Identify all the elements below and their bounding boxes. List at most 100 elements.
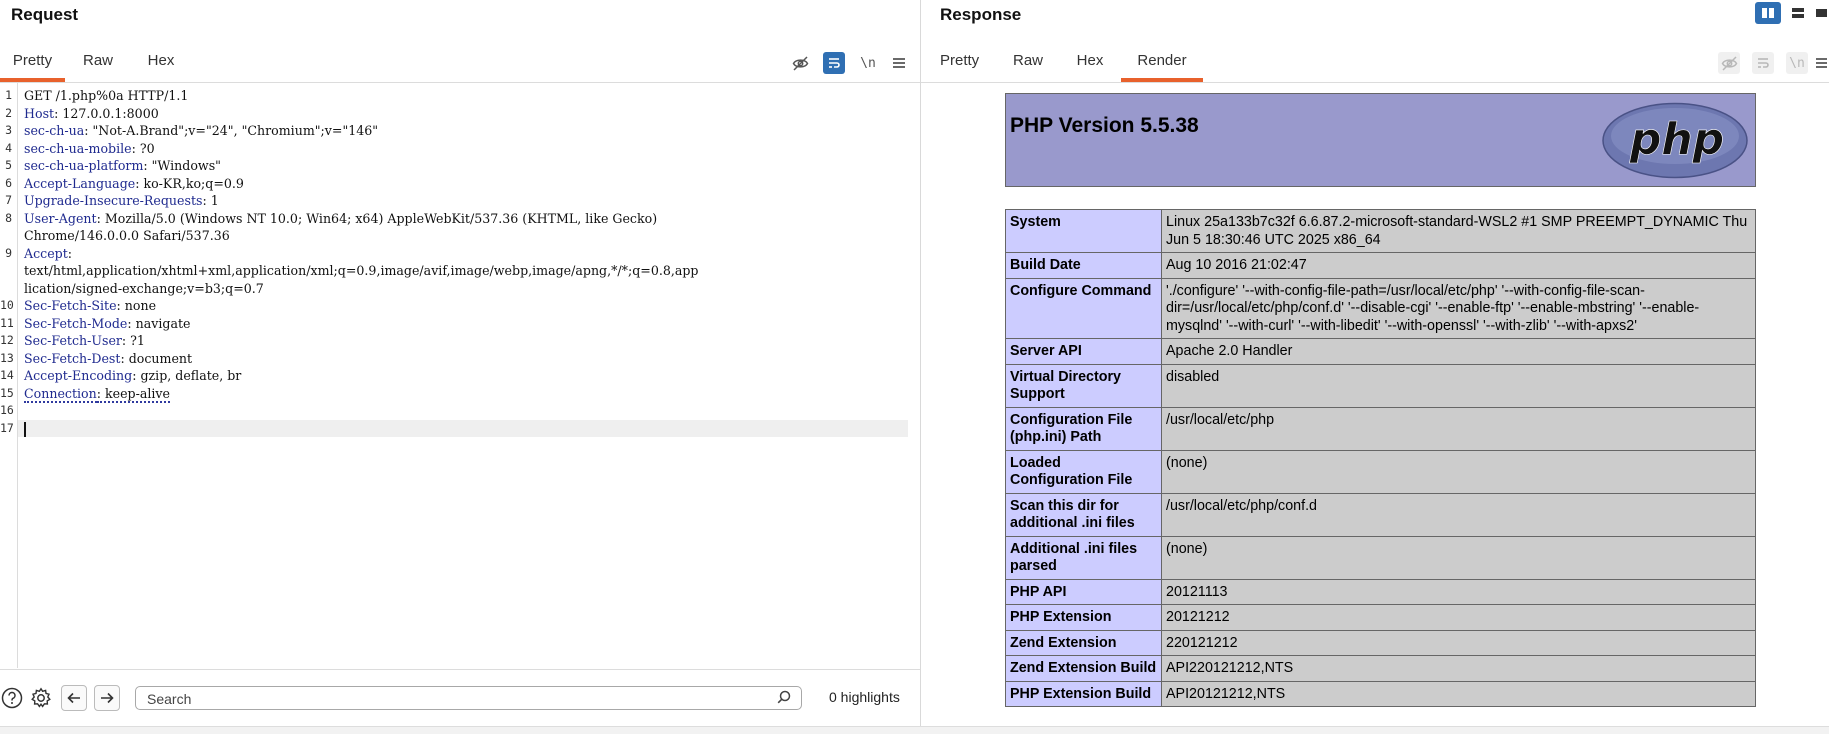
header-name: Sec-Fetch-User xyxy=(24,333,122,348)
gear-icon[interactable] xyxy=(28,685,54,711)
code-line[interactable]: 2 Host: 127.0.0.1:8000 xyxy=(0,105,920,123)
code-line[interactable]: 17 xyxy=(0,419,908,437)
render-view[interactable]: PHP Version 5.5.38 php System Linux 25a13… xyxy=(921,83,1829,726)
split-vertical-icon[interactable] xyxy=(1785,2,1811,24)
header-name: Sec-Fetch-Dest xyxy=(24,350,121,366)
header-value: : none xyxy=(116,298,157,313)
table-row: Additional .ini files parsed (none) xyxy=(1005,535,1756,580)
request-tabbar: Pretty Raw Hex \n xyxy=(0,44,920,83)
row-value: /usr/local/etc/php xyxy=(1161,406,1756,451)
newline-toggle[interactable]: \n xyxy=(857,52,879,74)
tab-pretty[interactable]: Pretty xyxy=(0,44,65,82)
row-value: API20121212,NTS xyxy=(1161,680,1756,707)
code-line[interactable]: 13 Sec-Fetch-Dest: document xyxy=(0,350,920,368)
eye-slash-icon[interactable] xyxy=(789,52,811,74)
code-line[interactable]: lication/signed-exchange;v=b3;q=0.7 xyxy=(0,280,920,298)
split-horizontal-icon[interactable] xyxy=(1755,2,1781,24)
back-button[interactable] xyxy=(61,685,87,711)
code-text: User-Agent: Mozilla/5.0 (Windows NT 10.0… xyxy=(24,210,657,228)
row-key: PHP API xyxy=(1005,578,1162,605)
code-text: Accept-Encoding: gzip, deflate, br xyxy=(24,367,241,385)
row-key: Configuration File (php.ini) Path xyxy=(1005,406,1162,451)
search-input[interactable] xyxy=(145,689,749,709)
code-line[interactable]: Chrome/146.0.0.0 Safari/537.36 xyxy=(0,227,920,245)
single-pane-icon[interactable] xyxy=(1815,2,1829,24)
line-number: 3 xyxy=(5,123,12,137)
request-editor[interactable]: 1 GET /1.php%0a HTTP/1.1 2 Host: 127.0.0.1:… xyxy=(0,83,920,668)
header-value: : ko-KR,ko;q=0.9 xyxy=(135,175,244,191)
code-line[interactable]: 8 User-Agent: Mozilla/5.0 (Windows NT 10.… xyxy=(0,210,920,228)
header-name: sec-ch-ua-mobile xyxy=(24,140,132,156)
row-value: disabled xyxy=(1161,363,1756,408)
table-row: Virtual Directory Support disabled xyxy=(1005,363,1756,408)
code-line[interactable]: 4 sec-ch-ua-mobile: ?0 xyxy=(0,140,920,158)
header-value: Chrome/146.0.0.0 Safari/537.36 xyxy=(24,228,230,243)
code-text: text/html,application/xhtml+xml,applicat… xyxy=(24,262,698,280)
line-number: 15 xyxy=(0,385,14,400)
row-key: Virtual Directory Support xyxy=(1005,363,1162,408)
help-icon[interactable] xyxy=(0,685,25,711)
code-text: lication/signed-exchange;v=b3;q=0.7 xyxy=(24,280,264,298)
header-name: Host xyxy=(24,105,55,121)
row-key: Additional .ini files parsed xyxy=(1005,535,1162,580)
code-line[interactable]: 12 Sec-Fetch-User: ?1 xyxy=(0,332,920,350)
tab-hex[interactable]: Hex xyxy=(1076,44,1104,82)
table-row: PHP API 20121113 xyxy=(1005,578,1756,605)
text-caret xyxy=(24,421,26,437)
code-line[interactable]: 1 GET /1.php%0a HTTP/1.1 xyxy=(0,87,920,105)
row-key: Loaded Configuration File xyxy=(1005,449,1162,494)
code-line[interactable]: 11 Sec-Fetch-Mode: navigate xyxy=(0,315,920,333)
code-line[interactable]: 9 Accept: xyxy=(0,245,920,263)
tab-raw[interactable]: Raw xyxy=(80,44,116,82)
code-line[interactable]: 16 xyxy=(0,402,920,420)
table-row: PHP Extension Build API20121212,NTS xyxy=(1005,680,1756,707)
code-line[interactable]: 7 Upgrade-Insecure-Requests: 1 xyxy=(0,192,920,210)
code-line[interactable]: text/html,application/xhtml+xml,applicat… xyxy=(0,262,920,280)
table-row: Zend Extension Build API220121212,NTS xyxy=(1005,655,1756,682)
line-number: 14 xyxy=(0,368,14,382)
header-value: : xyxy=(67,245,73,261)
tab-raw[interactable]: Raw xyxy=(1013,44,1043,82)
word-wrap-icon xyxy=(1752,52,1774,74)
line-number: 7 xyxy=(5,193,12,207)
row-key: Zend Extension Build xyxy=(1005,655,1162,682)
word-wrap-icon[interactable] xyxy=(823,52,845,74)
row-key: Build Date xyxy=(1005,252,1162,279)
code-text: GET /1.php%0a HTTP/1.1 xyxy=(24,87,188,105)
header-name: Sec-Fetch-Mode xyxy=(24,315,128,331)
code-line[interactable]: 14 Accept-Encoding: gzip, deflate, br xyxy=(0,367,920,385)
tab-render[interactable]: Render xyxy=(1121,44,1203,82)
code-text: Connection: keep-alive xyxy=(24,385,170,403)
header-value: : 1 xyxy=(202,193,219,208)
header-value: : Mozilla/5.0 (Windows NT 10.0; Win64; x… xyxy=(96,210,658,226)
code-text: sec-ch-ua-mobile: ?0 xyxy=(24,140,155,158)
code-line[interactable]: 10 Sec-Fetch-Site: none xyxy=(0,297,920,315)
response-tabbar: Pretty Raw Hex Render \n xyxy=(921,44,1829,83)
tab-hex[interactable]: Hex xyxy=(144,44,178,82)
code-line[interactable]: 6 Accept-Language: ko-KR,ko;q=0.9 xyxy=(0,175,920,193)
code-text: Sec-Fetch-Site: none xyxy=(24,297,156,315)
search-icon[interactable] xyxy=(777,690,791,707)
search-box[interactable] xyxy=(135,686,802,710)
header-name: Sec-Fetch-Site xyxy=(24,298,117,313)
row-value: API220121212,NTS xyxy=(1161,655,1756,682)
row-value: './configure' '--with-config-file-path=/… xyxy=(1161,277,1756,339)
code-line[interactable]: 15 Connection: keep-alive xyxy=(0,385,920,403)
request-title: Request xyxy=(11,5,79,24)
forward-button[interactable] xyxy=(94,685,120,711)
code-text: Chrome/146.0.0.0 Safari/537.36 xyxy=(24,227,230,245)
hamburger-icon[interactable] xyxy=(888,52,910,74)
header-name: User-Agent xyxy=(24,210,97,226)
hamburger-icon[interactable] xyxy=(1815,52,1829,74)
row-value: /usr/local/etc/php/conf.d xyxy=(1161,492,1756,537)
code-line[interactable]: 5 sec-ch-ua-platform: "Windows" xyxy=(0,157,920,175)
line-number: 1 xyxy=(5,88,12,102)
header-name: Accept-Encoding xyxy=(24,368,133,383)
header-name: Connection xyxy=(24,385,97,403)
code-line[interactable]: 3 sec-ch-ua: "Not-A.Brand";v="24", "Chrom… xyxy=(0,122,920,140)
line-number: 4 xyxy=(5,140,12,155)
layout-toggle-group xyxy=(1755,2,1829,24)
newline-toggle: \n xyxy=(1786,52,1808,74)
tab-pretty[interactable]: Pretty xyxy=(940,44,979,82)
header-name: Accept xyxy=(24,245,68,261)
